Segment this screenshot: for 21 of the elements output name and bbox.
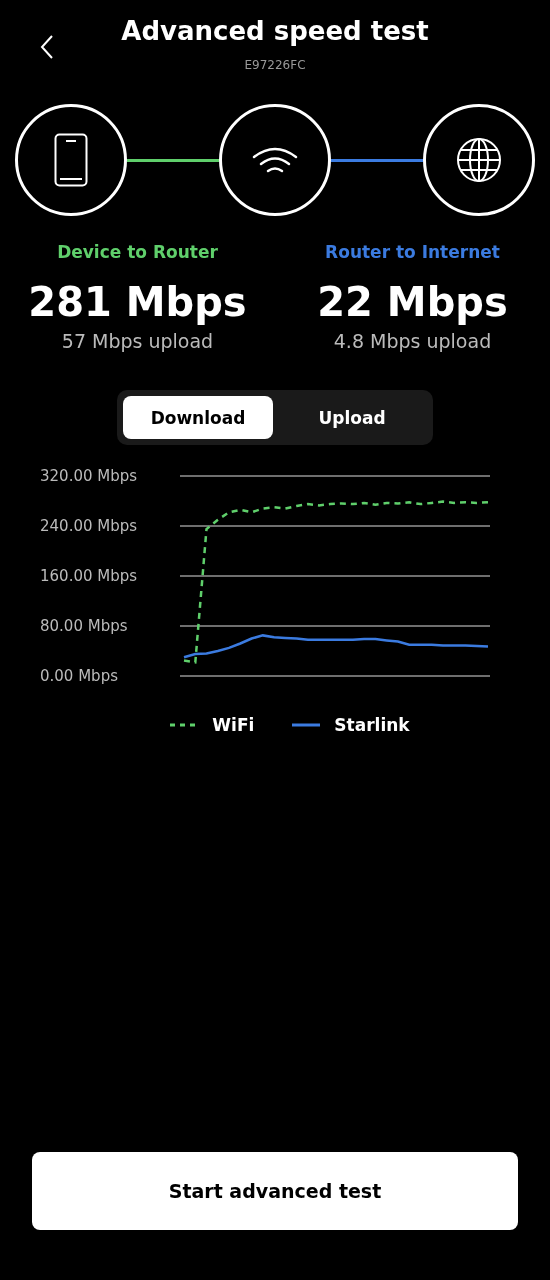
legend-label: WiFi [212,715,255,735]
axis-label: 0.00 Mbps [40,667,118,685]
upload-speed: 4.8 Mbps upload [333,330,492,352]
device-id: E97226FC [244,58,306,72]
wifi-icon [252,146,298,174]
globe-icon [456,137,502,183]
axis-label: 240.00 Mbps [40,517,138,535]
phone-icon [54,133,88,187]
legend-label: Starlink [334,715,410,735]
download-speed: 22 Mbps [317,278,508,327]
metric-label: Device to Router [57,242,218,262]
axis-label: 320.00 Mbps [40,467,138,485]
upload-speed: 57 Mbps upload [61,330,214,352]
start-button[interactable]: Start advanced test [32,1152,518,1230]
axis-label: 80.00 Mbps [40,617,128,635]
download-speed: 281 Mbps [28,278,247,327]
page-title: Advanced speed test [121,15,429,48]
metric-label: Router to Internet [325,242,500,262]
tab[interactable]: Upload [277,396,427,439]
tab[interactable]: Download [123,396,273,439]
axis-label: 160.00 Mbps [40,567,138,585]
